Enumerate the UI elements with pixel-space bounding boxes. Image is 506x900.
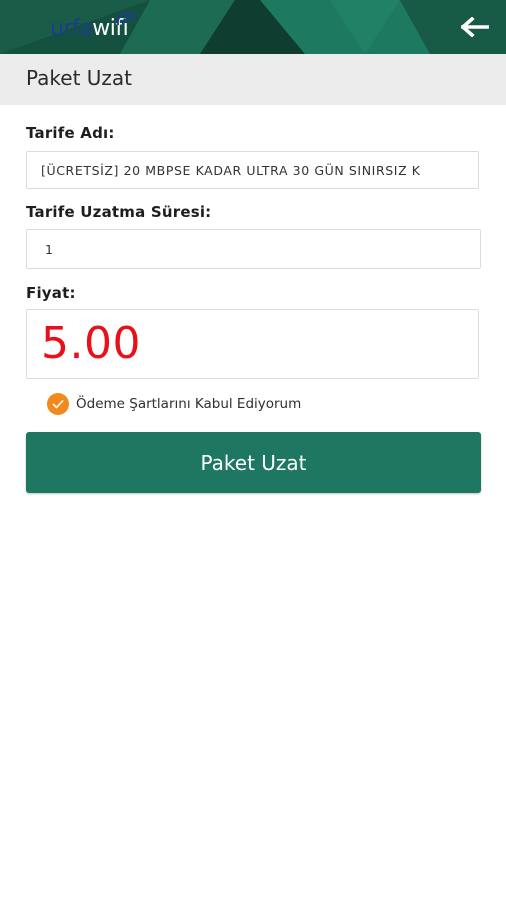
accept-terms-label: Ödeme Şartlarını Kabul Ediyorum <box>76 396 302 412</box>
app-screen: urfawifi Paket Uzat Tarife Adı: [ÜCRETSİ… <box>0 0 506 900</box>
app-header: urfawifi <box>0 0 506 54</box>
page-title-bar: Paket Uzat <box>0 54 506 105</box>
logo-text-urfa: urfa <box>50 16 93 41</box>
price-field: 5.00 <box>26 309 479 379</box>
wifi-signal-icon <box>116 11 137 26</box>
tariff-duration-field[interactable]: 1 <box>26 229 481 269</box>
price-value: 5.00 <box>41 318 141 369</box>
back-button[interactable] <box>458 12 492 42</box>
tariff-name-field[interactable]: [ÜCRETSİZ] 20 MBPSE KADAR ULTRA 30 GÜN S… <box>26 151 479 189</box>
arrow-left-icon <box>461 17 489 37</box>
price-label: Fiyat: <box>26 284 76 302</box>
tariff-name-label: Tarife Adı: <box>26 124 115 142</box>
tariff-duration-label: Tarife Uzatma Süresi: <box>26 203 212 221</box>
accept-terms-checkbox-row[interactable]: Ödeme Şartlarını Kabul Ediyorum <box>47 392 301 416</box>
page-title: Paket Uzat <box>26 66 133 90</box>
tariff-name-value: [ÜCRETSİZ] 20 MBPSE KADAR ULTRA 30 GÜN S… <box>41 163 421 178</box>
tariff-duration-value: 1 <box>45 242 54 257</box>
extend-package-button-label: Paket Uzat <box>200 450 307 475</box>
checkmark-icon <box>52 399 64 409</box>
accept-terms-checkbox[interactable] <box>47 393 69 415</box>
extend-package-button[interactable]: Paket Uzat <box>26 432 481 493</box>
